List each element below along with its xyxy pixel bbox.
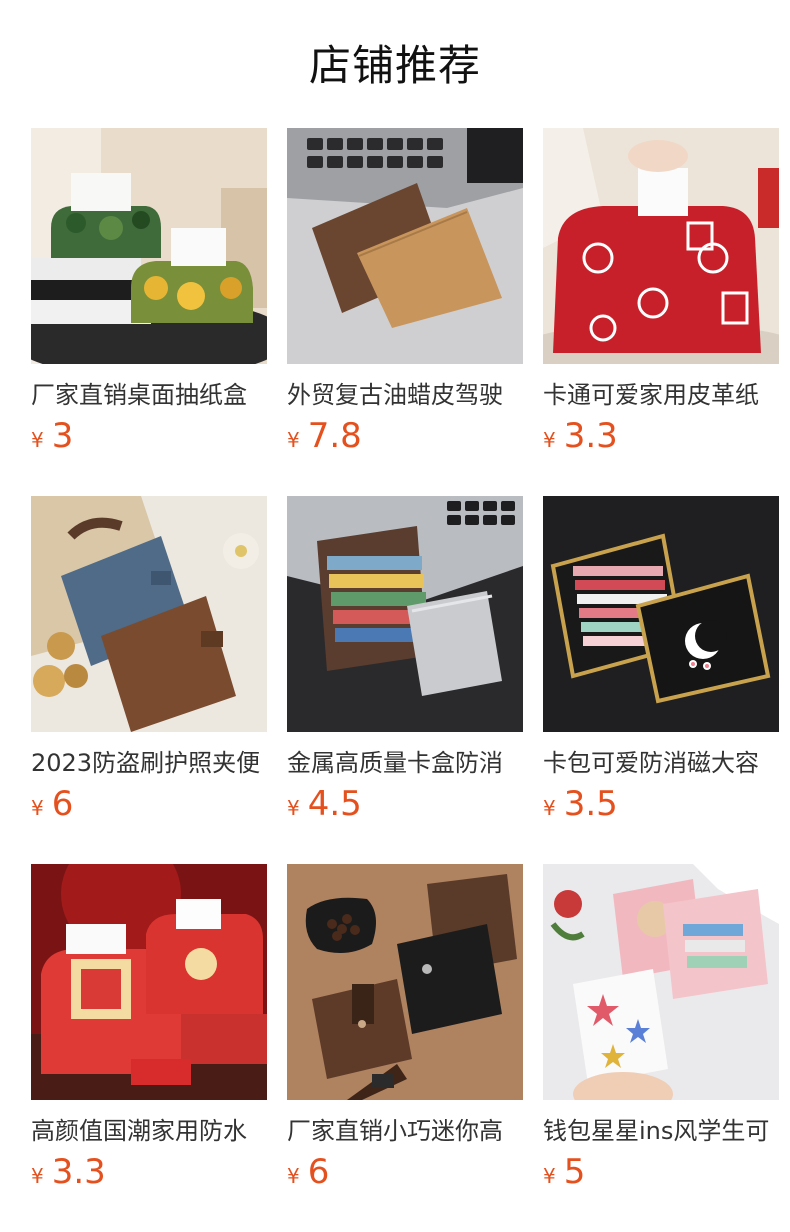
product-price: ¥6 — [287, 1151, 329, 1193]
price-amount: 5 — [563, 1152, 586, 1192]
product-card[interactable]: 2023防盗刷护照夹便 ¥6 — [31, 496, 267, 826]
currency-symbol: ¥ — [543, 428, 556, 452]
currency-symbol: ¥ — [287, 796, 300, 820]
price-amount: 6 — [307, 1152, 330, 1192]
product-name[interactable]: 卡包可爱防消磁大容 — [543, 746, 779, 780]
price-amount: 3 — [51, 416, 74, 456]
product-card[interactable]: 金属高质量卡盒防消 ¥4.5 — [287, 496, 523, 826]
product-card[interactable]: 厂家直销桌面抽纸盒 ¥3 — [31, 128, 267, 458]
red-tissue-box-image[interactable] — [543, 128, 779, 364]
red-guochao-tissue-box-image[interactable] — [31, 864, 267, 1100]
tissue-box-floral-image[interactable] — [31, 128, 267, 364]
product-name[interactable]: 厂家直销小巧迷你高 — [287, 1114, 523, 1148]
price-amount: 3.5 — [563, 784, 618, 824]
product-price: ¥3.5 — [543, 783, 618, 825]
metal-card-case-image[interactable] — [287, 496, 523, 732]
currency-symbol: ¥ — [543, 1164, 556, 1188]
product-card[interactable]: 高颜值国潮家用防水 ¥3.3 — [31, 864, 267, 1194]
product-card[interactable]: 厂家直销小巧迷你高 ¥6 — [287, 864, 523, 1194]
product-card[interactable]: 卡通可爱家用皮革纸 ¥3.3 — [543, 128, 779, 458]
product-card[interactable]: 卡包可爱防消磁大容 ¥3.5 — [543, 496, 779, 826]
product-price: ¥6 — [31, 783, 73, 825]
passport-holder-image[interactable] — [31, 496, 267, 732]
price-amount: 4.5 — [307, 784, 362, 824]
price-amount: 7.8 — [307, 416, 362, 456]
product-name[interactable]: 高颜值国潮家用防水 — [31, 1114, 267, 1148]
currency-symbol: ¥ — [31, 428, 44, 452]
product-name[interactable]: 外贸复古油蜡皮驾驶 — [287, 378, 523, 412]
price-amount: 3.3 — [51, 1152, 106, 1192]
mini-leather-wallet-image[interactable] — [287, 864, 523, 1100]
currency-symbol: ¥ — [31, 796, 44, 820]
product-card[interactable]: 外贸复古油蜡皮驾驶 ¥7.8 — [287, 128, 523, 458]
product-name[interactable]: 厂家直销桌面抽纸盒 — [31, 378, 267, 412]
page-title: 店铺推荐 — [308, 41, 481, 90]
zipper-card-wallet-image[interactable] — [543, 496, 779, 732]
product-name[interactable]: 金属高质量卡盒防消 — [287, 746, 523, 780]
product-price: ¥5 — [543, 1151, 585, 1193]
price-amount: 6 — [51, 784, 74, 824]
product-price: ¥3.3 — [543, 415, 618, 457]
currency-symbol: ¥ — [31, 1164, 44, 1188]
product-price: ¥3.3 — [31, 1151, 106, 1193]
product-price: ¥7.8 — [287, 415, 362, 457]
product-card[interactable]: 钱包星星ins风学生可 ¥5 — [543, 864, 779, 1194]
currency-symbol: ¥ — [287, 1164, 300, 1188]
pink-star-wallet-image[interactable] — [543, 864, 779, 1100]
product-price: ¥3 — [31, 415, 73, 457]
price-amount: 3.3 — [563, 416, 618, 456]
currency-symbol: ¥ — [287, 428, 300, 452]
currency-symbol: ¥ — [543, 796, 556, 820]
product-name[interactable]: 卡通可爱家用皮革纸 — [543, 378, 779, 412]
product-name[interactable]: 2023防盗刷护照夹便 — [31, 746, 267, 780]
product-price: ¥4.5 — [287, 783, 362, 825]
product-name[interactable]: 钱包星星ins风学生可 — [543, 1114, 779, 1148]
brown-wallet-image[interactable] — [287, 128, 523, 364]
